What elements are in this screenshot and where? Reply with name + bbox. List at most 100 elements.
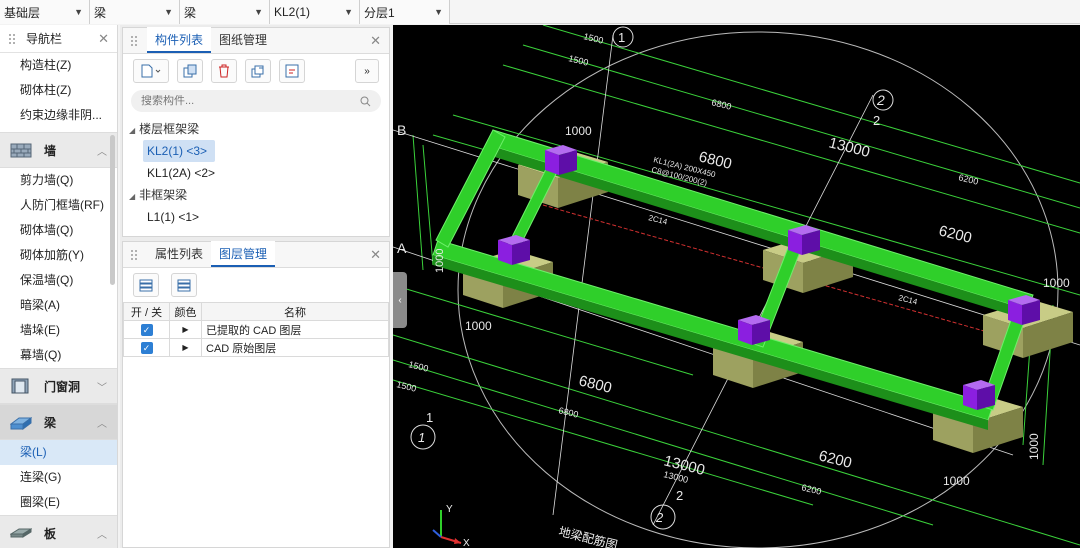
- nav-header: 导航栏 ✕: [0, 25, 117, 53]
- layer-tabs: 属性列表 图层管理 ✕: [123, 241, 389, 268]
- dim-1500-d: 1500: [396, 379, 418, 394]
- gizmo-y-label: Y: [446, 504, 453, 515]
- chevron-down-icon: ﹀: [97, 382, 107, 394]
- tree-item-selected[interactable]: KL2(1) <3>: [143, 140, 215, 162]
- nav-item[interactable]: 约束边缘非阴...: [0, 103, 117, 128]
- close-icon[interactable]: ✕: [370, 33, 381, 49]
- nav-item[interactable]: 幕墙(Q): [0, 343, 117, 368]
- layer-checkbox[interactable]: ✓: [140, 341, 153, 354]
- dim-6800-small-b: 6800: [558, 405, 580, 420]
- layer-dropdown[interactable]: 分层1 ▼: [360, 0, 450, 24]
- layer-copy-button[interactable]: [245, 59, 271, 83]
- filter-button[interactable]: [279, 59, 305, 83]
- navigation-panel: 导航栏 ✕ 构造柱(Z) 砌体柱(Z) 约束边缘非阴... 墙 ︿ 剪力墙(Q)…: [0, 25, 118, 548]
- axis-label-1c: 1: [426, 410, 433, 425]
- nav-item[interactable]: 墙垛(E): [0, 318, 117, 343]
- double-chevron-right-icon: »: [364, 65, 370, 77]
- tree-item[interactable]: KL1(2A) <2>: [143, 162, 215, 184]
- dim-1000-e: 1000: [1027, 433, 1041, 460]
- floor-dropdown[interactable]: 基础层 ▼: [0, 0, 90, 24]
- middle-panel: 构件列表 图纸管理 ✕ » 搜索构件... ◢ 楼层框架梁 KL2(1) <3>…: [120, 25, 390, 548]
- nav-item[interactable]: 砌体墙(Q): [0, 218, 117, 243]
- element-subtype-dropdown[interactable]: 梁 ▼: [180, 0, 270, 24]
- cad-drawing[interactable]: 1 2 2 1 1 2 2 B A 6800 13000 6200 6800 1…: [393, 25, 1080, 548]
- axis-label-b: B: [397, 122, 406, 138]
- chevron-down-icon: ▼: [254, 7, 263, 17]
- layer-panel: 属性列表 图层管理 ✕ 开 / 关 颜色 名称 ✓ ▶ 已提取的 CAD 图层: [122, 241, 390, 548]
- nav-scrollbar[interactable]: [110, 135, 115, 285]
- dim-6200-top: 6200: [937, 222, 973, 247]
- tab-drawing-management[interactable]: 图纸管理: [211, 27, 275, 53]
- axis-label-1: 1: [618, 30, 625, 45]
- hide-layers-button[interactable]: [171, 273, 197, 297]
- beam-icon: [10, 417, 32, 430]
- delete-component-button[interactable]: [211, 59, 237, 83]
- layers-icon: [139, 279, 153, 292]
- dim-6200-bottom: 6200: [817, 447, 853, 472]
- axis-gizmo-icon: [432, 510, 462, 544]
- layer-name: CAD 原始图层: [201, 338, 389, 357]
- copy-component-button[interactable]: [177, 59, 203, 83]
- nav-item[interactable]: 人防门框墙(RF): [0, 193, 117, 218]
- tree-category[interactable]: ◢ 非框架梁: [123, 184, 389, 206]
- chevron-down-icon: ▼: [74, 7, 83, 17]
- chevron-up-icon: ︿: [97, 146, 107, 158]
- axis-label-2: 2: [876, 92, 885, 108]
- axis-label-2d: 2: [676, 488, 683, 503]
- nav-item[interactable]: 保温墙(Q): [0, 268, 117, 293]
- tree-item[interactable]: L1(1) <1>: [143, 206, 215, 228]
- caret-down-icon: ◢: [129, 192, 136, 201]
- tab-layer-management[interactable]: 图层管理: [211, 241, 276, 267]
- nav-group-slab[interactable]: 板 ︿: [0, 515, 117, 548]
- dim-13000-top: 13000: [827, 134, 872, 161]
- close-icon[interactable]: ✕: [98, 31, 109, 47]
- table-row[interactable]: ✓ ▶ 已提取的 CAD 图层: [123, 320, 389, 339]
- layer-name: 已提取的 CAD 图层: [201, 320, 389, 339]
- layer-checkbox[interactable]: ✓: [140, 323, 153, 336]
- nav-item[interactable]: 暗梁(A): [0, 293, 117, 318]
- grip-icon[interactable]: [129, 248, 139, 262]
- component-toolbar: »: [123, 54, 389, 88]
- chevron-left-icon: ‹: [398, 294, 402, 306]
- component-search: [131, 90, 381, 112]
- tab-component-list[interactable]: 构件列表: [147, 27, 212, 53]
- table-row[interactable]: ✓ ▶ CAD 原始图层: [123, 338, 389, 357]
- new-file-icon: [141, 64, 161, 78]
- component-tabs: 构件列表 图纸管理 ✕: [123, 27, 389, 54]
- nav-group-beam[interactable]: 梁 ︿: [0, 404, 117, 440]
- axis-label-2b: 2: [873, 113, 880, 128]
- nav-item[interactable]: 砌体柱(Z): [0, 78, 117, 103]
- caret-right-icon[interactable]: ▶: [169, 338, 202, 357]
- chevron-down-icon: ▼: [164, 7, 173, 17]
- dim-1000-c: 1000: [1043, 276, 1070, 290]
- nav-group-wall[interactable]: 墙 ︿: [0, 132, 117, 168]
- search-icon[interactable]: [360, 96, 371, 107]
- nav-item[interactable]: 砌体加筋(Y): [0, 243, 117, 268]
- dim-1000-f: 1000: [434, 249, 446, 273]
- grip-icon[interactable]: [129, 34, 139, 48]
- nav-title: 导航栏: [26, 32, 63, 46]
- grip-icon[interactable]: [8, 32, 16, 46]
- close-icon[interactable]: ✕: [370, 247, 381, 263]
- more-button[interactable]: »: [355, 59, 379, 83]
- show-layers-button[interactable]: [133, 273, 159, 297]
- nav-group-door[interactable]: 门窗洞 ﹀: [0, 368, 117, 404]
- nav-item[interactable]: 构造柱(Z): [0, 53, 117, 78]
- nav-item-beam-selected[interactable]: 梁(L): [0, 440, 117, 465]
- tab-property-list[interactable]: 属性列表: [147, 241, 211, 267]
- nav-item[interactable]: 连梁(G): [0, 465, 117, 490]
- element-type-dropdown[interactable]: 梁 ▼: [90, 0, 180, 24]
- caret-down-icon: ◢: [129, 126, 136, 135]
- cad-viewport[interactable]: 1 2 2 1 1 2 2 B A 6800 13000 6200 6800 1…: [393, 25, 1080, 548]
- layer-table: 开 / 关 颜色 名称 ✓ ▶ 已提取的 CAD 图层 ✓ ▶ CAD 原始图层: [123, 302, 389, 357]
- beam-annotation-4: 2C14: [898, 293, 919, 306]
- tree-category[interactable]: ◢ 楼层框架梁: [123, 118, 389, 140]
- caret-right-icon[interactable]: ▶: [169, 320, 202, 339]
- dim-1000-d: 1000: [943, 474, 970, 488]
- collapse-panel-button[interactable]: ‹: [393, 272, 407, 328]
- component-dropdown[interactable]: KL2(1) ▼: [270, 0, 360, 24]
- nav-item[interactable]: 圈梁(E): [0, 490, 117, 515]
- new-component-button[interactable]: [133, 59, 169, 83]
- search-input[interactable]: [141, 95, 360, 107]
- nav-item[interactable]: 剪力墙(Q): [0, 168, 117, 193]
